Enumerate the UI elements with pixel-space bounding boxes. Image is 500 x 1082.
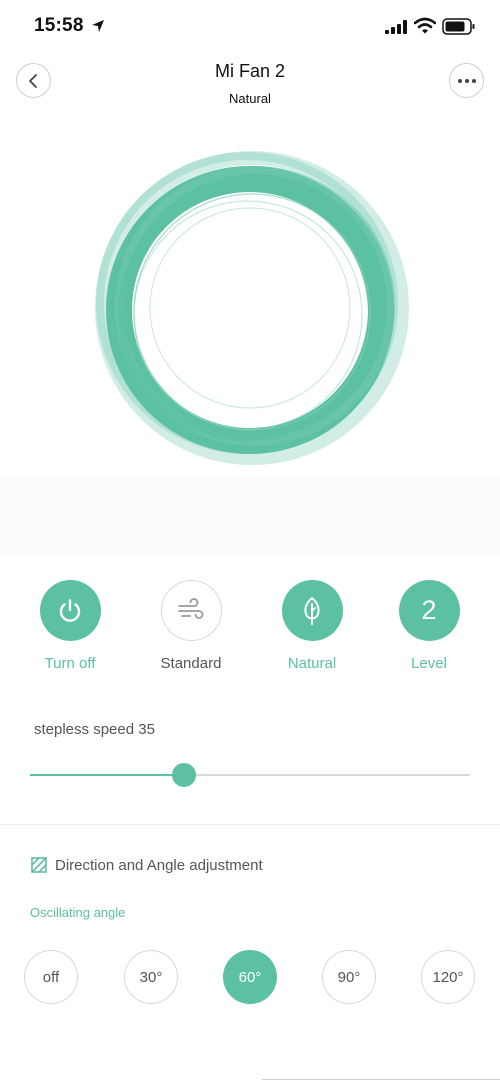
direction-title: Direction and Angle adjustment (55, 856, 263, 874)
mode-standard[interactable]: Standard (141, 580, 241, 672)
status-bar: 15:58 (0, 0, 500, 56)
mode-level[interactable]: 2 Level (379, 580, 479, 672)
speed-label: stepless speed 35 (34, 721, 155, 738)
page-subtitle: Natural (229, 91, 271, 106)
mode-label-turn-off: Turn off (44, 655, 96, 672)
natural-button[interactable] (281, 580, 343, 641)
status-time: 15:58 (34, 15, 84, 36)
fan-ring (95, 151, 409, 465)
direction-header: Direction and Angle adjustment (31, 855, 263, 875)
mode-natural[interactable]: Natural (262, 580, 362, 672)
angle-90-button[interactable]: 90° (322, 950, 376, 1004)
slider-thumb[interactable] (172, 763, 196, 787)
angle-options: off 30° 60° 90° 120° (0, 950, 500, 1006)
mode-bar: Turn off Standard Natural 2 Level (0, 580, 500, 680)
standard-button[interactable] (160, 580, 222, 641)
mode-label-level: Level (411, 655, 447, 672)
wind-icon (178, 597, 204, 619)
cellular-signal-icon (385, 20, 407, 34)
mode-label-standard: Standard (160, 655, 222, 672)
header: Mi Fan 2 Natural (0, 56, 500, 116)
level-button[interactable]: 2 (398, 580, 460, 641)
mode-label-natural: Natural (287, 655, 337, 672)
bottom-divider (262, 1079, 500, 1080)
speed-slider[interactable] (30, 760, 470, 790)
leaf-icon (304, 596, 320, 625)
ellipsis-icon (457, 78, 476, 83)
fan-visual (0, 120, 500, 480)
page-title: Mi Fan 2 (214, 61, 286, 81)
location-arrow-icon (92, 20, 104, 32)
turn-off-button[interactable] (39, 580, 101, 641)
angle-off-button[interactable]: off (24, 950, 78, 1004)
angle-adjust-icon (31, 857, 47, 873)
angle-60-button[interactable]: 60° (223, 950, 277, 1004)
fan-visual-base (0, 476, 500, 554)
level-value: 2 (421, 595, 437, 625)
power-icon (59, 598, 81, 622)
wifi-icon (414, 17, 436, 34)
angle-120-button[interactable]: 120° (421, 950, 475, 1004)
battery-icon (442, 18, 475, 35)
slider-fill (30, 774, 184, 776)
mode-turn-off[interactable]: Turn off (20, 580, 120, 672)
oscillating-angle-label: Oscillating angle (30, 905, 126, 920)
angle-30-button[interactable]: 30° (124, 950, 178, 1004)
section-divider (0, 824, 500, 825)
more-button[interactable] (449, 63, 484, 98)
